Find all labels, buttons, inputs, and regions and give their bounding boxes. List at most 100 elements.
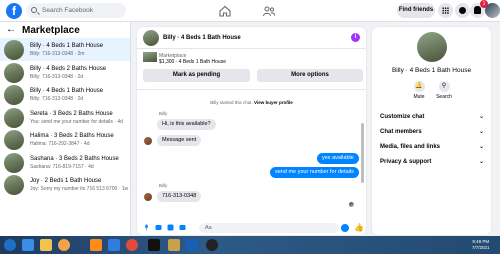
conversation-item[interactable]: Sereta · 3 Beds 2 Baths House You: send …: [0, 106, 130, 129]
chevron-down-icon: ⌄: [478, 129, 484, 135]
microphone-icon[interactable]: [143, 224, 150, 231]
customize-chat-row[interactable]: Customize chat ⌄: [380, 111, 484, 123]
tiktok-icon[interactable]: [148, 239, 160, 251]
conversation-preview: Billy: 716-313-0348 · 2m: [30, 51, 85, 57]
thumbs-up-icon[interactable]: 👍: [354, 223, 364, 233]
sticker-icon[interactable]: [167, 224, 174, 231]
mute-label: Mute: [413, 94, 425, 100]
view-buyer-profile-link[interactable]: View buyer profile: [254, 100, 293, 105]
conversation-title: Joy · 2 Beds 1 Bath House: [30, 178, 102, 184]
conversation-item[interactable]: Billy · 4 Beds 2 Baths House Billy: 716-…: [0, 61, 130, 84]
conversation-title: Billy · 4 Beds 1 Bath House: [30, 88, 104, 94]
info-icon[interactable]: i: [351, 33, 360, 42]
chevron-down-icon: ⌄: [478, 144, 484, 150]
conversation-item[interactable]: Billy · 4 Beds 1 Bath House Billy: 716-3…: [0, 38, 130, 61]
conversation-preview: Halima: 716-292-3847 · 4d: [30, 141, 90, 147]
listing-profile-picture[interactable]: [417, 32, 447, 62]
search-facebook-input[interactable]: Search Facebook: [26, 3, 126, 18]
chrome-icon[interactable]: [126, 239, 138, 251]
account-avatar[interactable]: [485, 3, 500, 18]
row-label: Media, files and links: [380, 144, 441, 150]
outgoing-message: send me your number for details: [270, 167, 359, 178]
message-thread: Billy started this chat. View buyer prof…: [137, 90, 366, 221]
messenger-icon: [459, 7, 466, 14]
conversation-name: Billy · 4 Beds 1 Bath House: [391, 67, 472, 74]
app-icon[interactable]: [168, 239, 180, 251]
listing-price[interactable]: $1,300 · 4 Beds 1 Bath House: [159, 59, 226, 65]
internet-explorer-icon[interactable]: [22, 239, 34, 251]
sender-avatar: [144, 137, 152, 145]
bell-icon: 🔔: [413, 81, 425, 92]
chat-title[interactable]: Billy · 4 Beds 1 Bath House: [163, 35, 241, 41]
listing-thumbnail: [4, 40, 24, 60]
listing-thumbnail: [4, 152, 24, 173]
media-player-icon[interactable]: [58, 239, 70, 251]
conversation-info-panel: Billy · 4 Beds 1 Bath House 🔔 Mute ⚲ Sea…: [372, 27, 491, 235]
notifications-button[interactable]: 1: [470, 0, 488, 18]
conversation-title: Billy · 4 Beds 2 Baths House: [30, 65, 107, 72]
listing-thumbnail[interactable]: [143, 52, 157, 62]
chat-avatar[interactable]: [143, 30, 159, 46]
listing-thumbnail: [4, 85, 24, 105]
outgoing-message: yes available: [317, 153, 359, 164]
photo-icon[interactable]: [155, 224, 162, 231]
conversation-item[interactable]: Halima · 3 Beds 2 Baths House Halima: 71…: [0, 128, 130, 151]
sidebar-title: Marketplace: [22, 24, 80, 36]
chat-members-row[interactable]: Chat members ⌄: [380, 126, 484, 138]
row-label: Chat members: [380, 129, 422, 135]
sender-name: Billy: [159, 111, 168, 116]
media-files-links-row[interactable]: Media, files and links ⌄: [380, 141, 484, 153]
incoming-message: 716-313-0348: [157, 191, 202, 202]
app-icon[interactable]: [186, 239, 198, 251]
sidebar-header: ← Marketplace: [0, 22, 130, 38]
system-clock[interactable]: 9:48 PM 7/7/2021: [472, 239, 490, 251]
search-action[interactable]: ⚲ Search: [432, 81, 456, 100]
bell-icon: [474, 6, 481, 14]
chat-panel: Billy · 4 Beds 1 Bath House i Marketplac…: [137, 27, 366, 235]
message-composer: Aa 👍: [137, 221, 366, 235]
home-icon[interactable]: [218, 4, 232, 18]
more-options-button[interactable]: More options: [257, 69, 363, 82]
app-icon[interactable]: [206, 239, 218, 251]
back-arrow-icon[interactable]: ←: [6, 25, 16, 35]
start-button-icon[interactable]: [4, 239, 16, 251]
mark-as-pending-button[interactable]: Mark as pending: [143, 69, 250, 82]
menu-button[interactable]: [438, 3, 453, 18]
conversation-item[interactable]: Joy · 2 Beds 1 Bath House Joy: Sorry my …: [0, 173, 130, 196]
chat-scrollbar[interactable]: [361, 123, 364, 183]
conversation-preview: Joy: Sorry my number its 716 513 6700 · …: [30, 186, 129, 192]
groups-icon[interactable]: [262, 4, 276, 18]
privacy-support-row[interactable]: Privacy & support ⌄: [380, 156, 484, 168]
search-label: Search: [436, 94, 452, 100]
incoming-message: Message sent: [157, 135, 202, 146]
top-navigation-bar: f Search Facebook Find friends 1: [0, 0, 500, 22]
conversation-title: Sereta · 3 Beds 2 Baths House: [30, 110, 113, 117]
conversation-item[interactable]: Billy · 4 Beds 1 Bath House Billy: 716-3…: [0, 83, 130, 106]
messenger-button[interactable]: [455, 3, 470, 18]
facebook-logo[interactable]: f: [6, 3, 22, 19]
listing-thumbnail: [4, 62, 24, 83]
word-icon[interactable]: [108, 239, 120, 251]
row-label: Customize chat: [380, 114, 425, 120]
search-icon: ⚲: [438, 81, 450, 92]
sender-avatar: [144, 193, 152, 201]
emoji-icon[interactable]: [341, 224, 349, 232]
conversation-preview: Billy: 716-313-0348 · 2d: [30, 73, 84, 80]
search-icon: [31, 7, 37, 13]
vlc-icon[interactable]: [90, 239, 102, 251]
listing-thumbnail: [4, 107, 24, 128]
gif-icon[interactable]: [179, 224, 186, 231]
message-input[interactable]: Aa: [199, 223, 339, 233]
mute-action[interactable]: 🔔 Mute: [407, 81, 431, 100]
conversation-preview: Billy: 716-313-0348 · 2d: [30, 96, 84, 102]
seen-receipt-avatar: [349, 202, 354, 207]
file-explorer-icon[interactable]: [40, 239, 52, 251]
listing-thumbnail: [4, 130, 24, 150]
sender-name: Billy: [159, 183, 168, 188]
listing-card: Marketplace $1,300 · 4 Beds 1 Bath House…: [137, 49, 366, 90]
conversation-item[interactable]: Sashana · 3 Beds 2 Baths House Sashana: …: [0, 151, 130, 174]
conversation-preview: You: send me your number for details · 4…: [30, 118, 123, 125]
conversation-title: Sashana · 3 Beds 2 Baths House: [30, 155, 119, 162]
find-friends-button[interactable]: Find friends: [397, 3, 435, 18]
chevron-down-icon: ⌄: [478, 159, 484, 165]
